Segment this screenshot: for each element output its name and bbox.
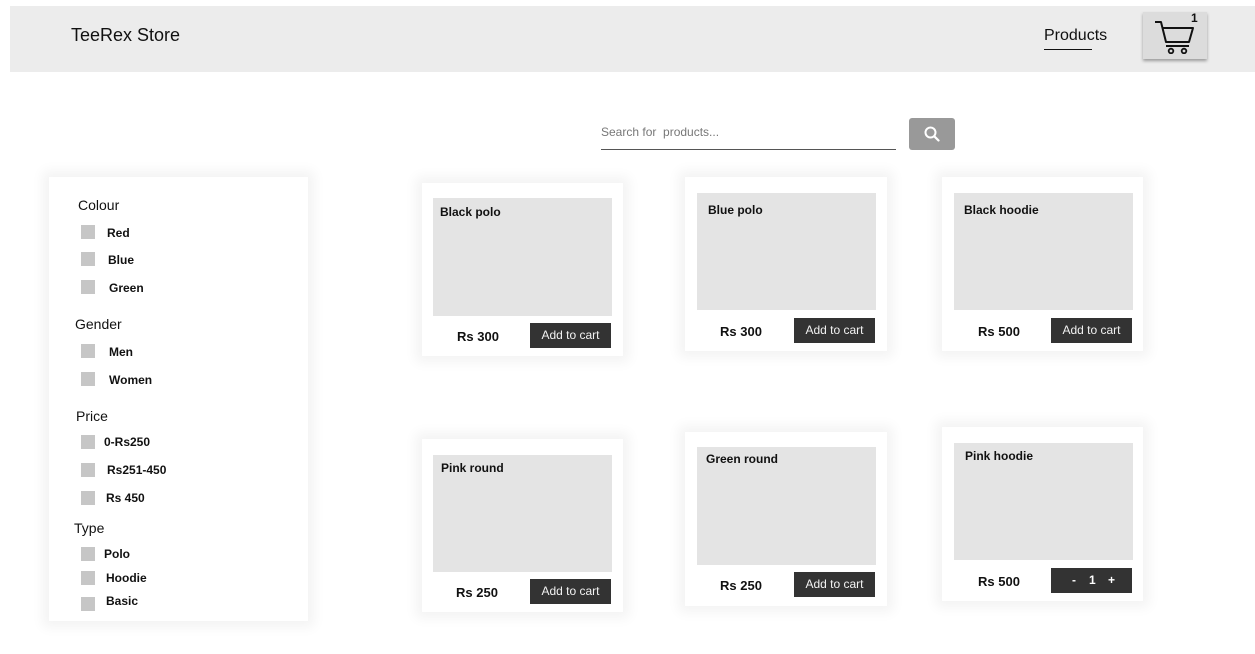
add-to-cart-button[interactable]: Add to cart (530, 323, 611, 348)
product-price: Rs 250 (720, 578, 762, 593)
checkbox-polo[interactable] (81, 547, 95, 561)
quantity-value: 1 (1089, 573, 1096, 587)
store-brand[interactable]: TeeRex Store (71, 25, 180, 46)
filter-label-hoodie: Hoodie (106, 571, 147, 585)
product-image: Green round (697, 447, 876, 565)
product-price: Rs 250 (456, 585, 498, 600)
checkbox-basic[interactable] (81, 597, 95, 611)
add-to-cart-button[interactable]: Add to cart (794, 318, 875, 343)
product-image: Black polo (433, 198, 612, 316)
add-to-cart-button[interactable]: Add to cart (1051, 318, 1132, 343)
checkbox-red[interactable] (81, 225, 95, 239)
product-price: Rs 300 (720, 324, 762, 339)
checkbox-women[interactable] (81, 372, 95, 386)
product-card: Blue polo Rs 300 Add to cart (685, 177, 887, 351)
product-card: Pink round Rs 250 Add to cart (422, 439, 623, 612)
product-name: Pink round (441, 461, 504, 475)
product-card: Pink hoodie Rs 500 - 1 + (942, 427, 1143, 601)
checkbox-green[interactable] (81, 280, 95, 294)
filter-label-green: Green (109, 281, 144, 295)
filter-label-price-251-450: Rs251-450 (107, 463, 167, 477)
quantity-decrement-button[interactable]: - (1072, 573, 1076, 587)
nav-products-link[interactable]: Products (1044, 27, 1107, 45)
filter-label-price-450: Rs 450 (106, 491, 145, 505)
quantity-stepper: - 1 + (1051, 568, 1132, 593)
filter-label-women: Women (109, 373, 153, 387)
add-to-cart-button[interactable]: Add to cart (530, 579, 611, 604)
product-card: Black polo Rs 300 Add to cart (422, 183, 623, 356)
product-price: Rs 500 (978, 574, 1020, 589)
nav-active-underline (1044, 49, 1092, 50)
product-name: Black hoodie (964, 203, 1039, 217)
cart-icon (1155, 21, 1194, 54)
checkbox-men[interactable] (81, 344, 95, 358)
checkbox-price-450[interactable] (81, 491, 95, 505)
filter-label-price-0-250: 0-Rs250 (104, 435, 151, 449)
header-bar: TeeRex Store Products 1 (10, 6, 1255, 72)
filter-label-polo: Polo (104, 547, 130, 561)
quantity-increment-button[interactable]: + (1108, 573, 1115, 587)
filter-heading-type: Type (74, 520, 105, 536)
checkbox-price-251-450[interactable] (81, 463, 95, 477)
filter-heading-price: Price (76, 408, 108, 424)
product-name: Black polo (440, 205, 501, 219)
checkbox-hoodie[interactable] (81, 571, 95, 585)
product-image: Black hoodie (954, 193, 1133, 310)
search-icon (924, 126, 940, 142)
search-input[interactable] (601, 115, 896, 150)
product-price: Rs 300 (457, 329, 499, 344)
filter-label-men: Men (109, 345, 133, 359)
product-price: Rs 500 (978, 324, 1020, 339)
add-to-cart-button[interactable]: Add to cart (794, 572, 875, 597)
product-name: Blue polo (708, 203, 763, 217)
product-image: Blue polo (697, 193, 876, 310)
filter-heading-colour: Colour (78, 197, 120, 213)
search-button[interactable] (909, 118, 955, 150)
filter-panel: Colour Red Blue Green Gender Men Women P… (49, 177, 308, 621)
product-card: Green round Rs 250 Add to cart (685, 432, 887, 606)
product-image: Pink round (433, 455, 612, 572)
product-image: Pink hoodie (954, 443, 1133, 560)
product-card: Black hoodie Rs 500 Add to cart (942, 177, 1143, 351)
checkbox-price-0-250[interactable] (81, 435, 95, 449)
filter-label-basic: Basic (106, 594, 139, 608)
product-name: Pink hoodie (965, 449, 1034, 463)
filter-label-blue: Blue (108, 253, 135, 267)
product-name: Green round (706, 452, 779, 466)
filter-label-red: Red (107, 226, 130, 240)
filter-heading-gender: Gender (75, 316, 122, 332)
cart-count-badge: 1 (1191, 11, 1198, 25)
checkbox-blue[interactable] (81, 252, 95, 266)
